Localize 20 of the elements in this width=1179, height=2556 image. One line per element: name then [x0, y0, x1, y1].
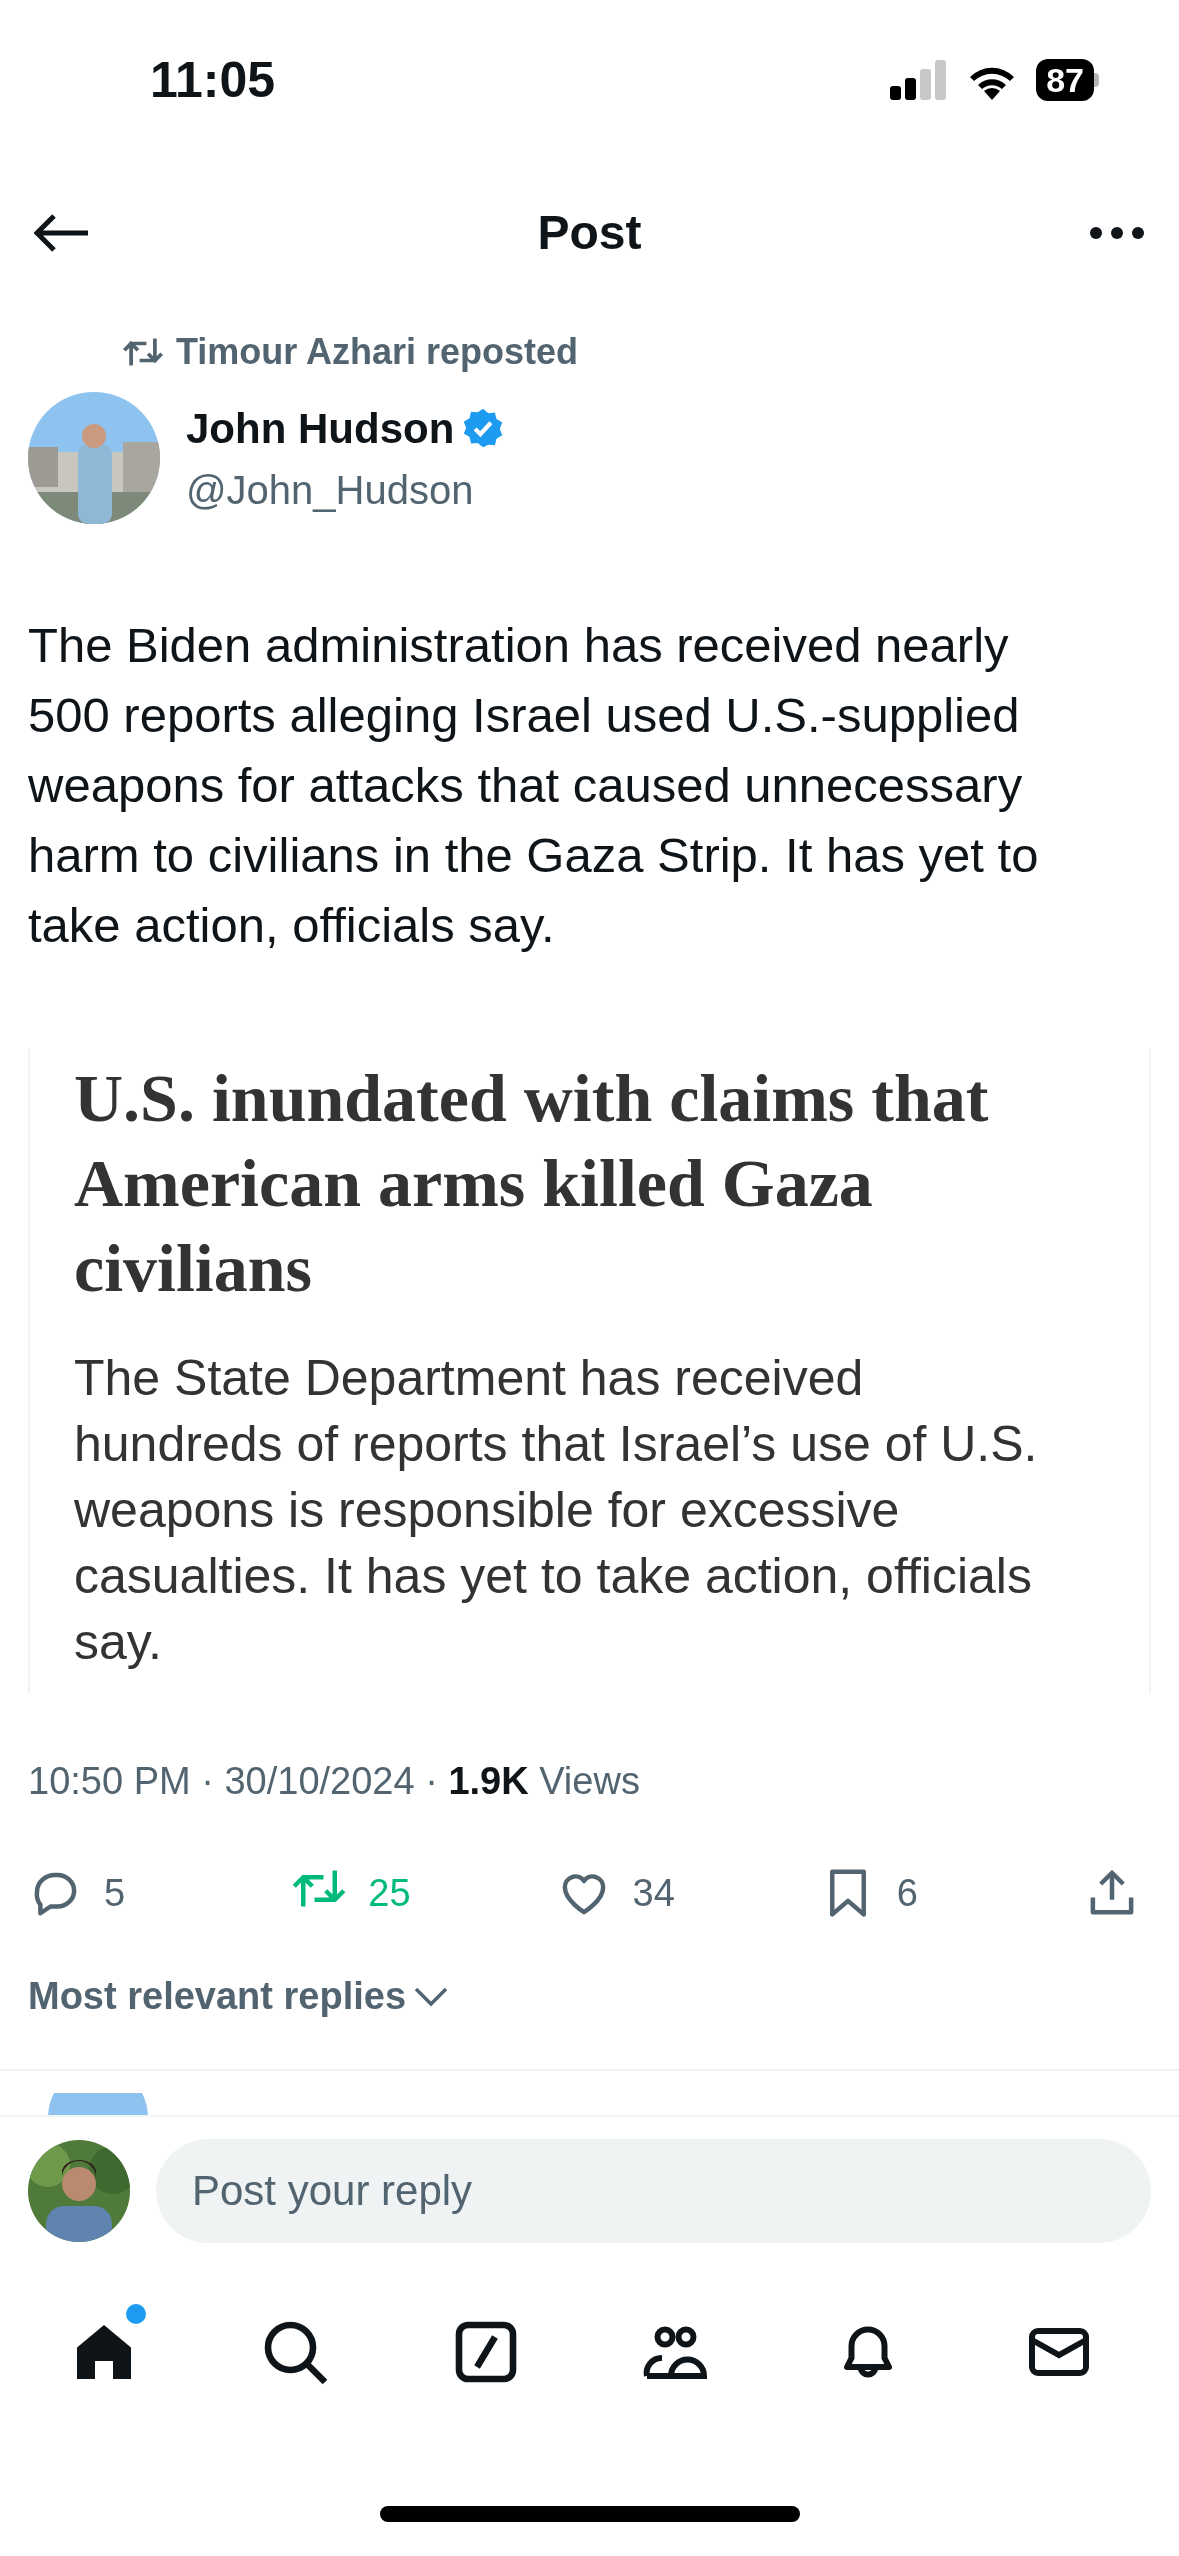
post-text: The Biden administration has received nearly 500 reports alleging Israel used U.S.-supplied weapons for attacks that caused unnecessary harm to civilians in the Gaza Strip. It has yet to take action, officials say. — [27, 617, 1040, 954]
post-metadata: 10:50 PM · 30/10/2024 · 1.9K Views — [27, 1759, 641, 1804]
chevron-down-icon[interactable] — [414, 1986, 449, 2007]
author-name[interactable]: John Hudson — [186, 396, 455, 460]
repost-icon — [122, 335, 164, 369]
back-arrow-icon[interactable] — [34, 213, 90, 253]
page-title: Post — [537, 205, 642, 261]
action-count: 6 — [896, 1870, 918, 1916]
card-headline: U.S. inundated with claims that American arms killed Gaza civilians — [74, 1059, 990, 1308]
repost-label[interactable]: Timour Azhari reposted — [176, 325, 579, 379]
more-icon[interactable] — [1089, 226, 1145, 240]
signal-icon — [890, 60, 949, 100]
action-count: 34 — [632, 1870, 675, 1916]
action-count: 25 — [368, 1870, 411, 1916]
action-count: 5 — [104, 1870, 126, 1916]
status-time: 11:05 — [150, 50, 276, 110]
reply-input-field[interactable]: Post your reply — [156, 2139, 1151, 2243]
card-summary: The State Department has received hundreds of reports that Israel’s use of U.S. weapons is responsible for excessive casualties. It has yet to take action, officials say. — [74, 1349, 1039, 1672]
author-handle: @John_Hudson — [186, 466, 475, 514]
sort-label[interactable]: Most relevant replies — [28, 1968, 407, 2025]
